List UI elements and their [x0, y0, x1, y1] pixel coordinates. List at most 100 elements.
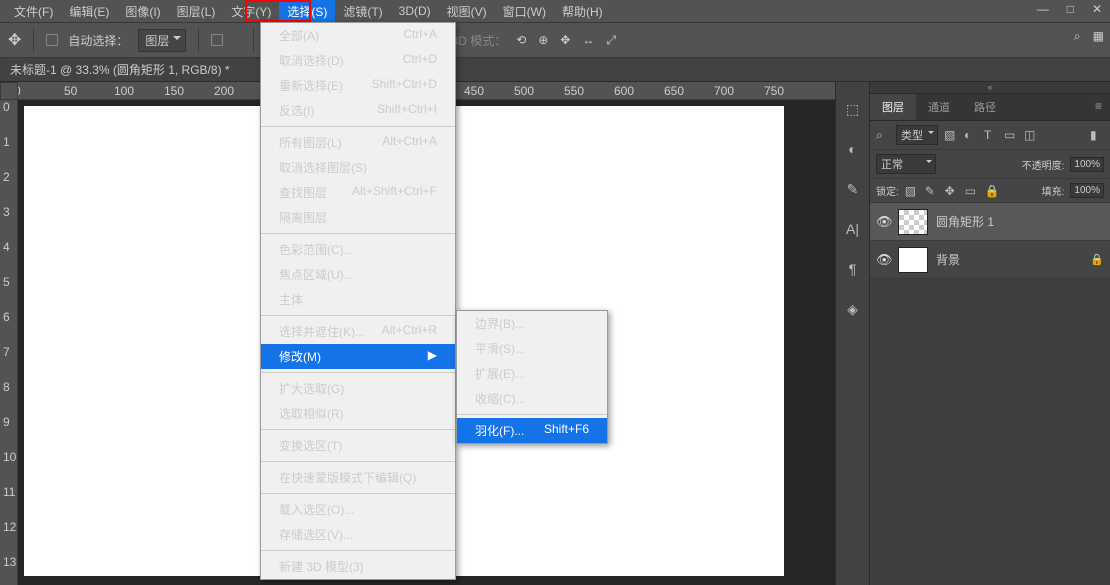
- blend-row: 正常 不透明度: 100%: [870, 150, 1110, 179]
- menu-filter[interactable]: 滤镜(T): [335, 0, 390, 23]
- filter-adjust-icon[interactable]: ◐: [964, 128, 978, 142]
- menu-layer[interactable]: 图层(L): [169, 0, 224, 23]
- pan-icon[interactable]: ✥: [560, 33, 570, 48]
- submenu-item[interactable]: 边界(B)...: [457, 311, 607, 336]
- layer-name[interactable]: 圆角矩形 1: [936, 213, 994, 230]
- menu-item[interactable]: 所有图层(L)Alt+Ctrl+A: [261, 130, 455, 155]
- menu-help[interactable]: 帮助(H): [554, 0, 611, 23]
- orbit-icon[interactable]: ⟲: [516, 33, 526, 48]
- layer-name[interactable]: 背景: [936, 251, 960, 268]
- target-select[interactable]: 图层: [138, 29, 186, 52]
- menu-item[interactable]: 全部(A)Ctrl+A: [261, 23, 455, 48]
- fill-label: 填充:: [1042, 183, 1065, 198]
- submenu-item[interactable]: 扩展(E)...: [457, 361, 607, 386]
- layer-thumb[interactable]: [898, 247, 928, 273]
- menu-item[interactable]: 扩大选取(G): [261, 376, 455, 401]
- modify-submenu-dropdown: 边界(B)...平滑(S)...扩展(E)...收缩(C)... 羽化(F)...…: [456, 310, 608, 444]
- document-title: 未标题-1 @ 33.3% (圆角矩形 1, RGB/8) *: [10, 61, 230, 78]
- tab-layers[interactable]: 图层: [870, 94, 916, 120]
- menu-3d[interactable]: 3D(D): [391, 1, 439, 21]
- menu-window[interactable]: 窗口(W): [495, 0, 554, 23]
- menu-item[interactable]: 查找图层Alt+Shift+Ctrl+F: [261, 180, 455, 205]
- lock-brush-icon[interactable]: ✎: [925, 184, 939, 198]
- menu-item[interactable]: 变换选区(T): [261, 433, 455, 458]
- lock-artboard-icon[interactable]: ▭: [965, 184, 979, 198]
- zoom-icon[interactable]: ⤢: [606, 33, 616, 48]
- layer-thumb[interactable]: [898, 209, 928, 235]
- lock-row: 锁定: ▧ ✎ ✥ ▭ 🔒 填充: 100%: [870, 179, 1110, 203]
- fill-value[interactable]: 100%: [1070, 183, 1104, 198]
- menu-item[interactable]: 取消选择(D)Ctrl+D: [261, 48, 455, 73]
- layer-row[interactable]: 👁 圆角矩形 1: [870, 203, 1110, 241]
- document-tab[interactable]: 未标题-1 @ 33.3% (圆角矩形 1, RGB/8) *: [0, 58, 1110, 82]
- menu-item[interactable]: 主体: [261, 287, 455, 312]
- submenu-item[interactable]: 羽化(F)...Shift+F6: [457, 418, 607, 443]
- swatches-icon[interactable]: ◐: [844, 140, 862, 158]
- submenu-item[interactable]: 平滑(S)...: [457, 336, 607, 361]
- menu-item[interactable]: 在快速蒙版模式下编辑(Q): [261, 465, 455, 490]
- menu-file[interactable]: 文件(F): [6, 0, 61, 23]
- menu-item[interactable]: 选择并遮住(K)...Alt+Ctrl+R: [261, 319, 455, 344]
- lock-all-icon[interactable]: 🔒: [985, 184, 999, 198]
- filter-kind-select[interactable]: 类型: [896, 125, 938, 145]
- visibility-icon[interactable]: 👁: [876, 252, 890, 268]
- auto-select-checkbox[interactable]: [46, 34, 58, 46]
- lock-icon: 🔒: [1090, 253, 1104, 266]
- lock-label: 锁定:: [876, 183, 899, 198]
- workspace-icon[interactable]: ▦: [1093, 29, 1104, 44]
- lock-position-icon[interactable]: ✥: [945, 184, 959, 198]
- search-icon[interactable]: ⌕: [1074, 29, 1081, 44]
- lock-pixels-icon[interactable]: ▧: [905, 184, 919, 198]
- move-tool-icon[interactable]: ✥: [8, 30, 21, 50]
- filter-shape-icon[interactable]: ▭: [1004, 128, 1018, 142]
- dock-icons: ⬚ ◐ ✎ A| ¶ ◈: [836, 82, 870, 585]
- char-icon[interactable]: A|: [844, 220, 862, 238]
- menu-item[interactable]: 选取相似(R): [261, 401, 455, 426]
- menu-item[interactable]: 重新选择(E)Shift+Ctrl+D: [261, 73, 455, 98]
- menu-item[interactable]: 隔离图层: [261, 205, 455, 230]
- layers-list: 👁 圆角矩形 1 👁 背景 🔒: [870, 203, 1110, 279]
- minimize-icon[interactable]: —: [1037, 2, 1049, 16]
- tab-paths[interactable]: 路径: [962, 94, 1008, 120]
- roll-icon[interactable]: ⊕: [538, 33, 548, 48]
- blend-mode-select[interactable]: 正常: [876, 154, 936, 174]
- menu-image[interactable]: 图像(I): [117, 0, 168, 23]
- color-icon[interactable]: ⬚: [844, 100, 862, 118]
- cube-icon[interactable]: ◈: [844, 300, 862, 318]
- ruler-origin[interactable]: [0, 82, 18, 100]
- filter-toggle-icon[interactable]: ▮: [1090, 128, 1104, 142]
- menu-edit[interactable]: 编辑(E): [61, 0, 117, 23]
- maximize-icon[interactable]: □: [1067, 2, 1074, 16]
- menu-type[interactable]: 文字(Y): [223, 0, 279, 23]
- tab-channels[interactable]: 通道: [916, 94, 962, 120]
- panels: « 图层 通道 路径 ≡ ⌕ 类型 ▧ ◐ T ▭ ◫ ▮ 正常 不透明度: 1…: [870, 82, 1110, 585]
- menu-item[interactable]: 存储选区(V)...: [261, 522, 455, 547]
- layer-row[interactable]: 👁 背景 🔒: [870, 241, 1110, 279]
- menu-item[interactable]: 载入选区(O)...: [261, 497, 455, 522]
- layer-filter-row: ⌕ 类型 ▧ ◐ T ▭ ◫ ▮: [870, 121, 1110, 150]
- menu-item[interactable]: 新建 3D 模型(3): [261, 554, 455, 579]
- panel-collapse-top[interactable]: «: [870, 82, 1110, 94]
- menu-view[interactable]: 视图(V): [439, 0, 495, 23]
- close-icon[interactable]: ✕: [1092, 2, 1102, 16]
- brush-icon[interactable]: ✎: [844, 180, 862, 198]
- visibility-icon[interactable]: 👁: [876, 214, 890, 230]
- menu-item[interactable]: 修改(M)▶: [261, 344, 455, 369]
- menu-item[interactable]: 色彩范围(C)...: [261, 237, 455, 262]
- transform-controls-checkbox[interactable]: [211, 34, 223, 46]
- menu-item[interactable]: 反选(I)Shift+Ctrl+I: [261, 98, 455, 123]
- paragraph-icon[interactable]: ¶: [844, 260, 862, 278]
- filter-type-icon[interactable]: T: [984, 128, 998, 142]
- menu-item[interactable]: 取消选择图层(S): [261, 155, 455, 180]
- menu-item[interactable]: 焦点区域(U)...: [261, 262, 455, 287]
- filter-pixel-icon[interactable]: ▧: [944, 128, 958, 142]
- filter-smart-icon[interactable]: ◫: [1024, 128, 1038, 142]
- submenu-item[interactable]: 收缩(C)...: [457, 386, 607, 411]
- slide-icon[interactable]: ↔: [582, 33, 594, 48]
- ruler-vertical[interactable]: 012345678910111213: [0, 100, 18, 585]
- menu-select[interactable]: 选择(S): [279, 0, 335, 23]
- search-icon[interactable]: ⌕: [876, 128, 890, 142]
- panel-menu-icon[interactable]: ≡: [1087, 94, 1110, 120]
- opacity-value[interactable]: 100%: [1070, 157, 1104, 172]
- mode-3d-label: 3D 模式：: [452, 32, 507, 49]
